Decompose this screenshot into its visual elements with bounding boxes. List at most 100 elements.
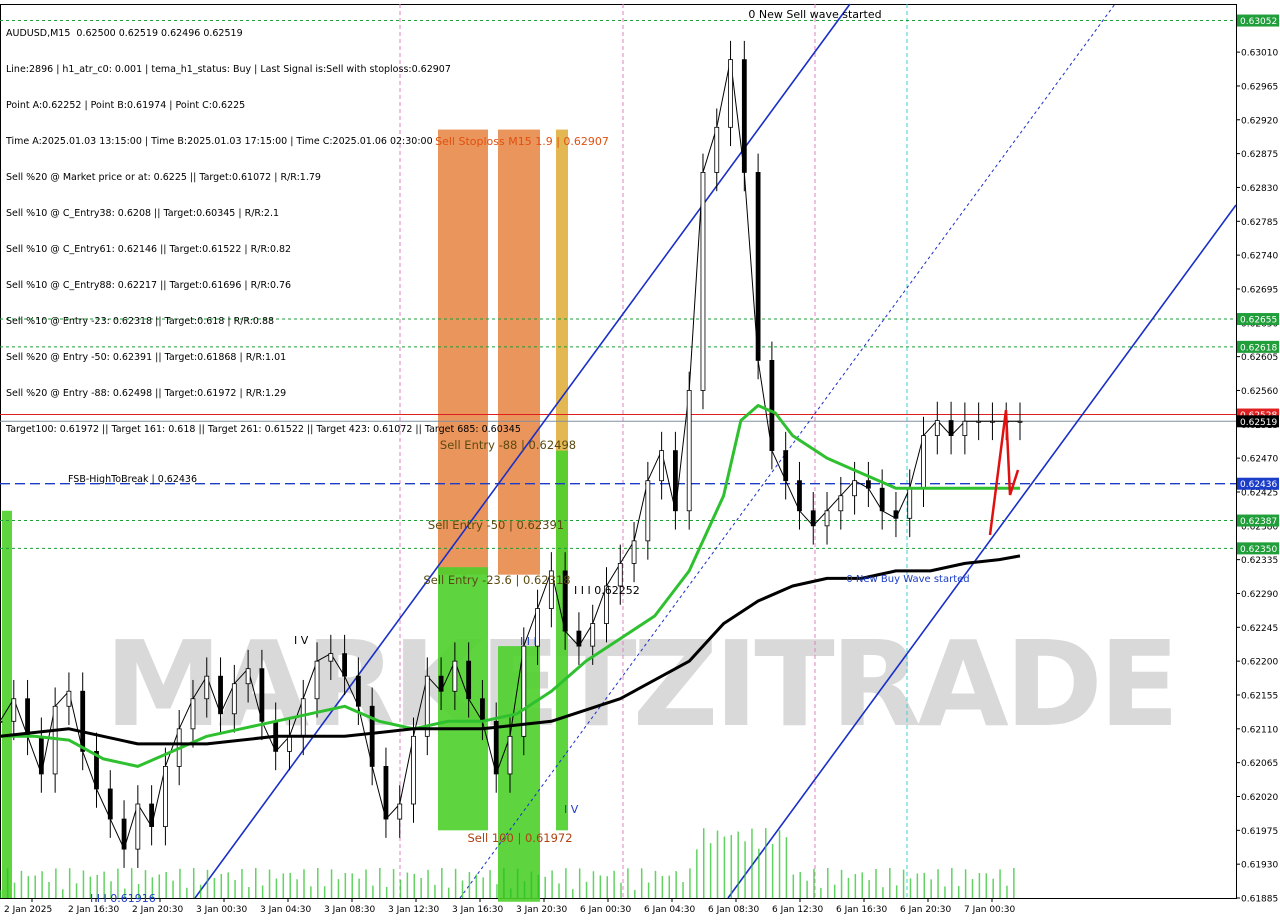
candle-body <box>218 675 223 715</box>
volume-bar <box>723 836 726 898</box>
trade-zone <box>498 646 540 902</box>
volume-bar <box>578 868 581 898</box>
volume-bar <box>758 848 760 898</box>
info-line: Sell %10 @ C_Entry38: 0.6208 || Target:0… <box>6 208 280 219</box>
candle-body <box>259 668 265 722</box>
candle-body <box>38 735 44 775</box>
candle-body <box>355 675 361 707</box>
info-line: Target100: 0.61972 || Target 161: 0.618 … <box>6 424 521 435</box>
volume-bar <box>613 870 615 898</box>
candle-body <box>852 480 857 497</box>
volume-bar <box>330 869 333 898</box>
volume-bar <box>275 878 278 898</box>
volume-bar <box>640 868 643 898</box>
candle-body <box>328 653 334 662</box>
candle-body <box>66 690 72 707</box>
y-tick-label: 0.62830 <box>1241 184 1278 194</box>
volume-bar <box>296 879 298 898</box>
y-tick-label: 0.63010 <box>1241 49 1278 59</box>
volume-bar <box>427 869 429 898</box>
candle-body <box>300 698 306 737</box>
y-tick-label: 0.62560 <box>1241 387 1278 397</box>
candle-body <box>590 623 596 647</box>
volume-bar <box>482 877 484 898</box>
volume-bar <box>75 883 78 898</box>
candle-body <box>645 480 651 542</box>
x-tick-label: 3 Jan 16:30 <box>452 905 504 915</box>
y-tick-label: 0.62290 <box>1241 590 1278 600</box>
candle-body <box>921 435 926 489</box>
y-tick-label: 0.62110 <box>1241 725 1278 735</box>
volume-bar <box>696 849 698 898</box>
candle-body <box>741 59 747 173</box>
volume-bar <box>365 869 367 898</box>
volume-bar <box>737 831 739 898</box>
y-tick-label: 0.62020 <box>1241 793 1278 803</box>
y-tick-label: 0.62785 <box>1241 218 1278 228</box>
volume-bar <box>895 885 898 898</box>
x-tick-label: 6 Jan 04:30 <box>644 905 696 915</box>
volume-bar <box>930 879 932 898</box>
chart-annotation: 0 New Sell wave started <box>748 8 881 21</box>
y-tick-label: 0.62200 <box>1241 658 1278 668</box>
y-tick-label: 0.61885 <box>1241 895 1278 905</box>
y-tick-label: 0.62740 <box>1241 252 1278 262</box>
candle-body <box>700 172 706 391</box>
candle-body <box>576 630 582 647</box>
volume-bar <box>399 879 402 898</box>
volume-bar <box>199 884 202 898</box>
y-tick-label: 0.62875 <box>1241 150 1278 160</box>
volume-bar <box>317 868 319 898</box>
volume-bar <box>627 868 629 898</box>
volume-bar <box>461 880 464 898</box>
volume-bar <box>944 886 946 898</box>
volume-bar <box>186 887 188 898</box>
candle-body <box>838 495 844 512</box>
chart-annotation: I V <box>564 803 579 816</box>
candle-body <box>314 660 320 700</box>
volume-bar <box>27 876 30 898</box>
candle-body <box>121 818 127 850</box>
volume-bar <box>792 874 795 898</box>
volume-bar <box>868 880 870 898</box>
volume-bar <box>530 871 533 898</box>
volume-bar <box>592 871 595 898</box>
volume-bar <box>255 868 257 898</box>
x-tick-label: 2 Jan 20:30 <box>132 905 184 915</box>
x-tick-label: 3 Jan 12:30 <box>388 905 440 915</box>
candle-body <box>783 450 789 482</box>
x-tick-label: 6 Jan 12:30 <box>772 905 824 915</box>
price-badge-label: 0.62350 <box>1240 545 1277 555</box>
x-tick-label: 6 Jan 20:30 <box>900 905 952 915</box>
y-tick-label: 0.61930 <box>1241 861 1278 871</box>
candle-body <box>962 420 968 436</box>
x-tick-label: 2 Jan 2025 <box>4 905 52 915</box>
chart-annotation: I I I <box>520 635 537 648</box>
info-line: Line:2896 | h1_atr_c0: 0.001 | tema_h1_s… <box>6 64 451 75</box>
volume-bar <box>0 890 2 898</box>
volume-bar <box>13 882 16 898</box>
volume-bar <box>172 880 174 898</box>
price-badge-label: 0.62436 <box>1240 480 1277 490</box>
volume-bar <box>496 884 498 898</box>
candle-body <box>438 675 444 692</box>
volume-bar <box>510 888 512 898</box>
volume-bar <box>992 878 994 898</box>
candle-body <box>755 172 761 361</box>
volume-bar <box>1013 868 1015 898</box>
candle-body <box>383 766 389 820</box>
volume-bar <box>964 869 967 898</box>
volume-bar <box>682 882 684 898</box>
chart: MARKETZITRADE 0 New Sell wave started Sel… <box>0 0 1280 920</box>
candle-body <box>686 390 692 512</box>
volume-bar <box>6 868 9 898</box>
price-badge-label: 0.62387 <box>1240 517 1277 527</box>
volume-bar <box>606 876 608 898</box>
candle-body <box>0 720 3 723</box>
volume-bar <box>261 885 264 898</box>
x-tick-label: 3 Jan 04:30 <box>260 905 312 915</box>
info-line: Sell %20 @ Market price or at: 0.6225 ||… <box>6 172 321 183</box>
volume-bar <box>282 873 285 898</box>
volume-bar <box>434 884 436 898</box>
x-tick-label: 7 Jan 00:30 <box>964 905 1016 915</box>
